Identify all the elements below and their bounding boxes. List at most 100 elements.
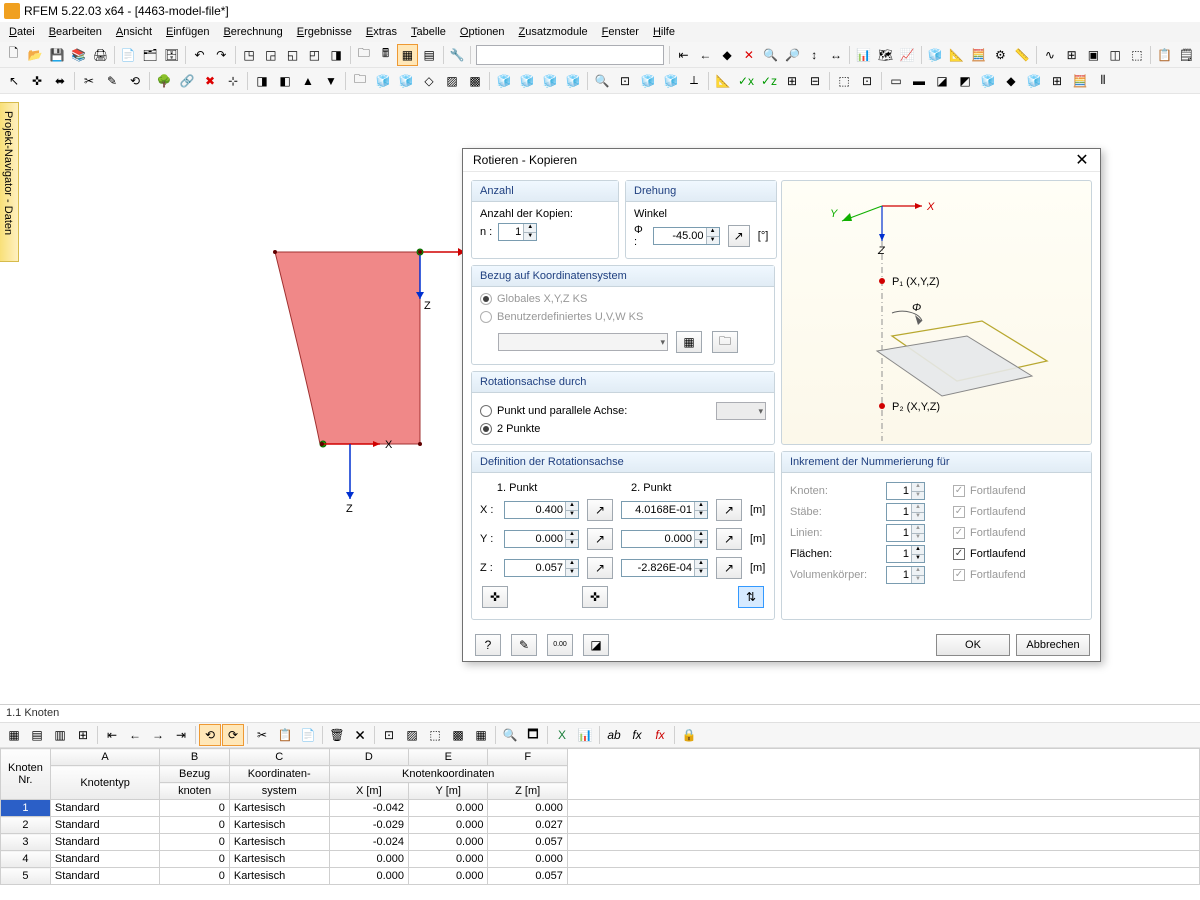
p2x-pick[interactable]: ↗ (716, 499, 742, 521)
table-row[interactable]: 3 Standard 0 Kartesisch -0.024 0.000 0.0… (1, 834, 1200, 851)
tb2-b[interactable]: ✜ (26, 70, 48, 92)
tb2-j[interactable]: ⊹ (222, 70, 244, 92)
menu-zusatzmodule[interactable]: Zusatzmodule (512, 24, 595, 40)
btn-ah[interactable]: 🗒 (1176, 44, 1197, 66)
pick-p1-icon[interactable]: ✜ (482, 586, 508, 608)
tb2-ad[interactable]: ✓x (735, 70, 757, 92)
tb2-s[interactable]: ▨ (441, 70, 463, 92)
p1z-input[interactable]: ▲▼ (504, 559, 579, 577)
tb2-o[interactable]: 🗀 (349, 70, 371, 92)
btn-n[interactable]: ◆ (717, 44, 738, 66)
tt-i[interactable]: 📄 (297, 724, 319, 746)
btn-h[interactable]: 🗀 (353, 44, 374, 66)
btn-f[interactable]: ◰ (304, 44, 325, 66)
btn-u[interactable]: 🗺 (875, 44, 896, 66)
table-row[interactable]: 1 Standard 0 Kartesisch -0.042 0.000 0.0… (1, 800, 1200, 817)
tb2-i[interactable]: ✖ (199, 70, 221, 92)
tb2-n[interactable]: ▼ (320, 70, 342, 92)
tb2-aj[interactable]: ▭ (885, 70, 907, 92)
btn-q[interactable]: 🔎 (782, 44, 803, 66)
table-row[interactable]: 2 Standard 0 Kartesisch -0.029 0.000 0.0… (1, 817, 1200, 834)
tb2-ao[interactable]: ◆ (1000, 70, 1022, 92)
n-input[interactable]: ▲▼ (498, 223, 537, 241)
p2z-pick[interactable]: ↗ (716, 557, 742, 579)
tb2-ag[interactable]: ⊟ (804, 70, 826, 92)
tb2-ak[interactable]: ▬ (908, 70, 930, 92)
p1x-pick[interactable]: ↗ (587, 499, 613, 521)
tb2-r[interactable]: ◇ (418, 70, 440, 92)
btn-o[interactable]: ✕ (738, 44, 759, 66)
toolbar-combo[interactable] (476, 45, 664, 65)
btn-ac[interactable]: ⊞ (1061, 44, 1082, 66)
btn-l[interactable]: 🔧 (447, 44, 468, 66)
btn-v[interactable]: 📈 (897, 44, 918, 66)
tb2-q[interactable]: 🧊 (395, 70, 417, 92)
tt-view[interactable]: 🔍 (499, 724, 521, 746)
tt-first[interactable]: ⇤ (101, 724, 123, 746)
tt-m[interactable]: ▨ (401, 724, 423, 746)
tb2-x[interactable]: 🧊 (562, 70, 584, 92)
btn-r[interactable]: ↕ (804, 44, 825, 66)
tt-n[interactable]: ⬚ (424, 724, 446, 746)
btn-ab[interactable]: ∿ (1039, 44, 1060, 66)
tb2-w[interactable]: 🧊 (539, 70, 561, 92)
tt-e[interactable]: ⟲ (199, 724, 221, 746)
btn-e[interactable]: ◱ (282, 44, 303, 66)
sidebar-tab-navigator[interactable]: Projekt-Navigator - Daten (0, 102, 19, 262)
menu-bearbeiten[interactable]: Bearbeiten (42, 24, 109, 40)
cancel-button[interactable]: Abbrechen (1016, 634, 1090, 656)
tb2-ap[interactable]: 🧊 (1023, 70, 1045, 92)
phi-pick-icon[interactable]: ↗ (728, 225, 750, 247)
tb2-as[interactable]: ⫴ (1092, 70, 1114, 92)
p1y-input[interactable]: ▲▼ (504, 530, 579, 548)
tb2-ae[interactable]: ✓z (758, 70, 780, 92)
menu-hilfe[interactable]: Hilfe (646, 24, 682, 40)
radio-parallel-axis[interactable] (480, 405, 492, 417)
btn-p[interactable]: 🔍 (760, 44, 781, 66)
tb2-c[interactable]: ⬌ (49, 70, 71, 92)
help-icon[interactable]: ? (475, 634, 501, 656)
tb2-d[interactable]: ✂ (78, 70, 100, 92)
close-icon[interactable]: ✕ (1070, 150, 1094, 170)
tb2-zoom[interactable]: 🔍 (591, 70, 613, 92)
menu-datei[interactable]: Datei (2, 24, 42, 40)
tt-f[interactable]: ⟳ (222, 724, 244, 746)
tt-j[interactable]: 🗑 (326, 724, 348, 746)
tb2-a[interactable]: ↖ (3, 70, 25, 92)
tt-d[interactable]: ⊞ (72, 724, 94, 746)
tt-lock[interactable]: 🔒 (678, 724, 700, 746)
tt-k[interactable]: 🗙 (349, 724, 371, 746)
open-icon[interactable]: 📂 (25, 44, 46, 66)
tb2-p[interactable]: 🧊 (372, 70, 394, 92)
tt-g[interactable]: ✂ (251, 724, 273, 746)
p2y-pick[interactable]: ↗ (716, 528, 742, 550)
btn-t[interactable]: 📊 (853, 44, 874, 66)
tb2-e[interactable]: ✎ (101, 70, 123, 92)
btn-af[interactable]: ⬚ (1127, 44, 1148, 66)
print-icon[interactable]: 🖨 (90, 44, 111, 66)
btn-g[interactable]: ◨ (326, 44, 347, 66)
save-all-icon[interactable]: 📚 (68, 44, 89, 66)
tt-q[interactable]: 🗖 (522, 724, 544, 746)
new-icon[interactable]: 🗋 (3, 44, 24, 66)
tb2-ac[interactable]: 📐 (712, 70, 734, 92)
tb2-z[interactable]: 🧊 (637, 70, 659, 92)
btn-y[interactable]: 🧮 (968, 44, 989, 66)
tt-a[interactable]: ▦ (3, 724, 25, 746)
tb2-am[interactable]: ◩ (954, 70, 976, 92)
tb2-an[interactable]: 🧊 (977, 70, 999, 92)
table-row[interactable]: 4 Standard 0 Kartesisch 0.000 0.000 0.00… (1, 851, 1200, 868)
btn-s[interactable]: ↔ (826, 44, 847, 66)
tt-p[interactable]: ▦ (470, 724, 492, 746)
tt-h[interactable]: 📋 (274, 724, 296, 746)
tb2-af[interactable]: ⊞ (781, 70, 803, 92)
btn-j[interactable]: ▦ (397, 44, 418, 66)
tb2-l[interactable]: ◧ (274, 70, 296, 92)
btn-aa[interactable]: 📏 (1012, 44, 1033, 66)
tb2-ai[interactable]: ⊡ (856, 70, 878, 92)
p2y-input[interactable]: ▲▼ (621, 530, 708, 548)
tt-prev[interactable]: ← (124, 724, 146, 746)
tt-r[interactable]: 📊 (574, 724, 596, 746)
tb2-ar[interactable]: 🧮 (1069, 70, 1091, 92)
menu-einfuegen[interactable]: Einfügen (159, 24, 216, 40)
